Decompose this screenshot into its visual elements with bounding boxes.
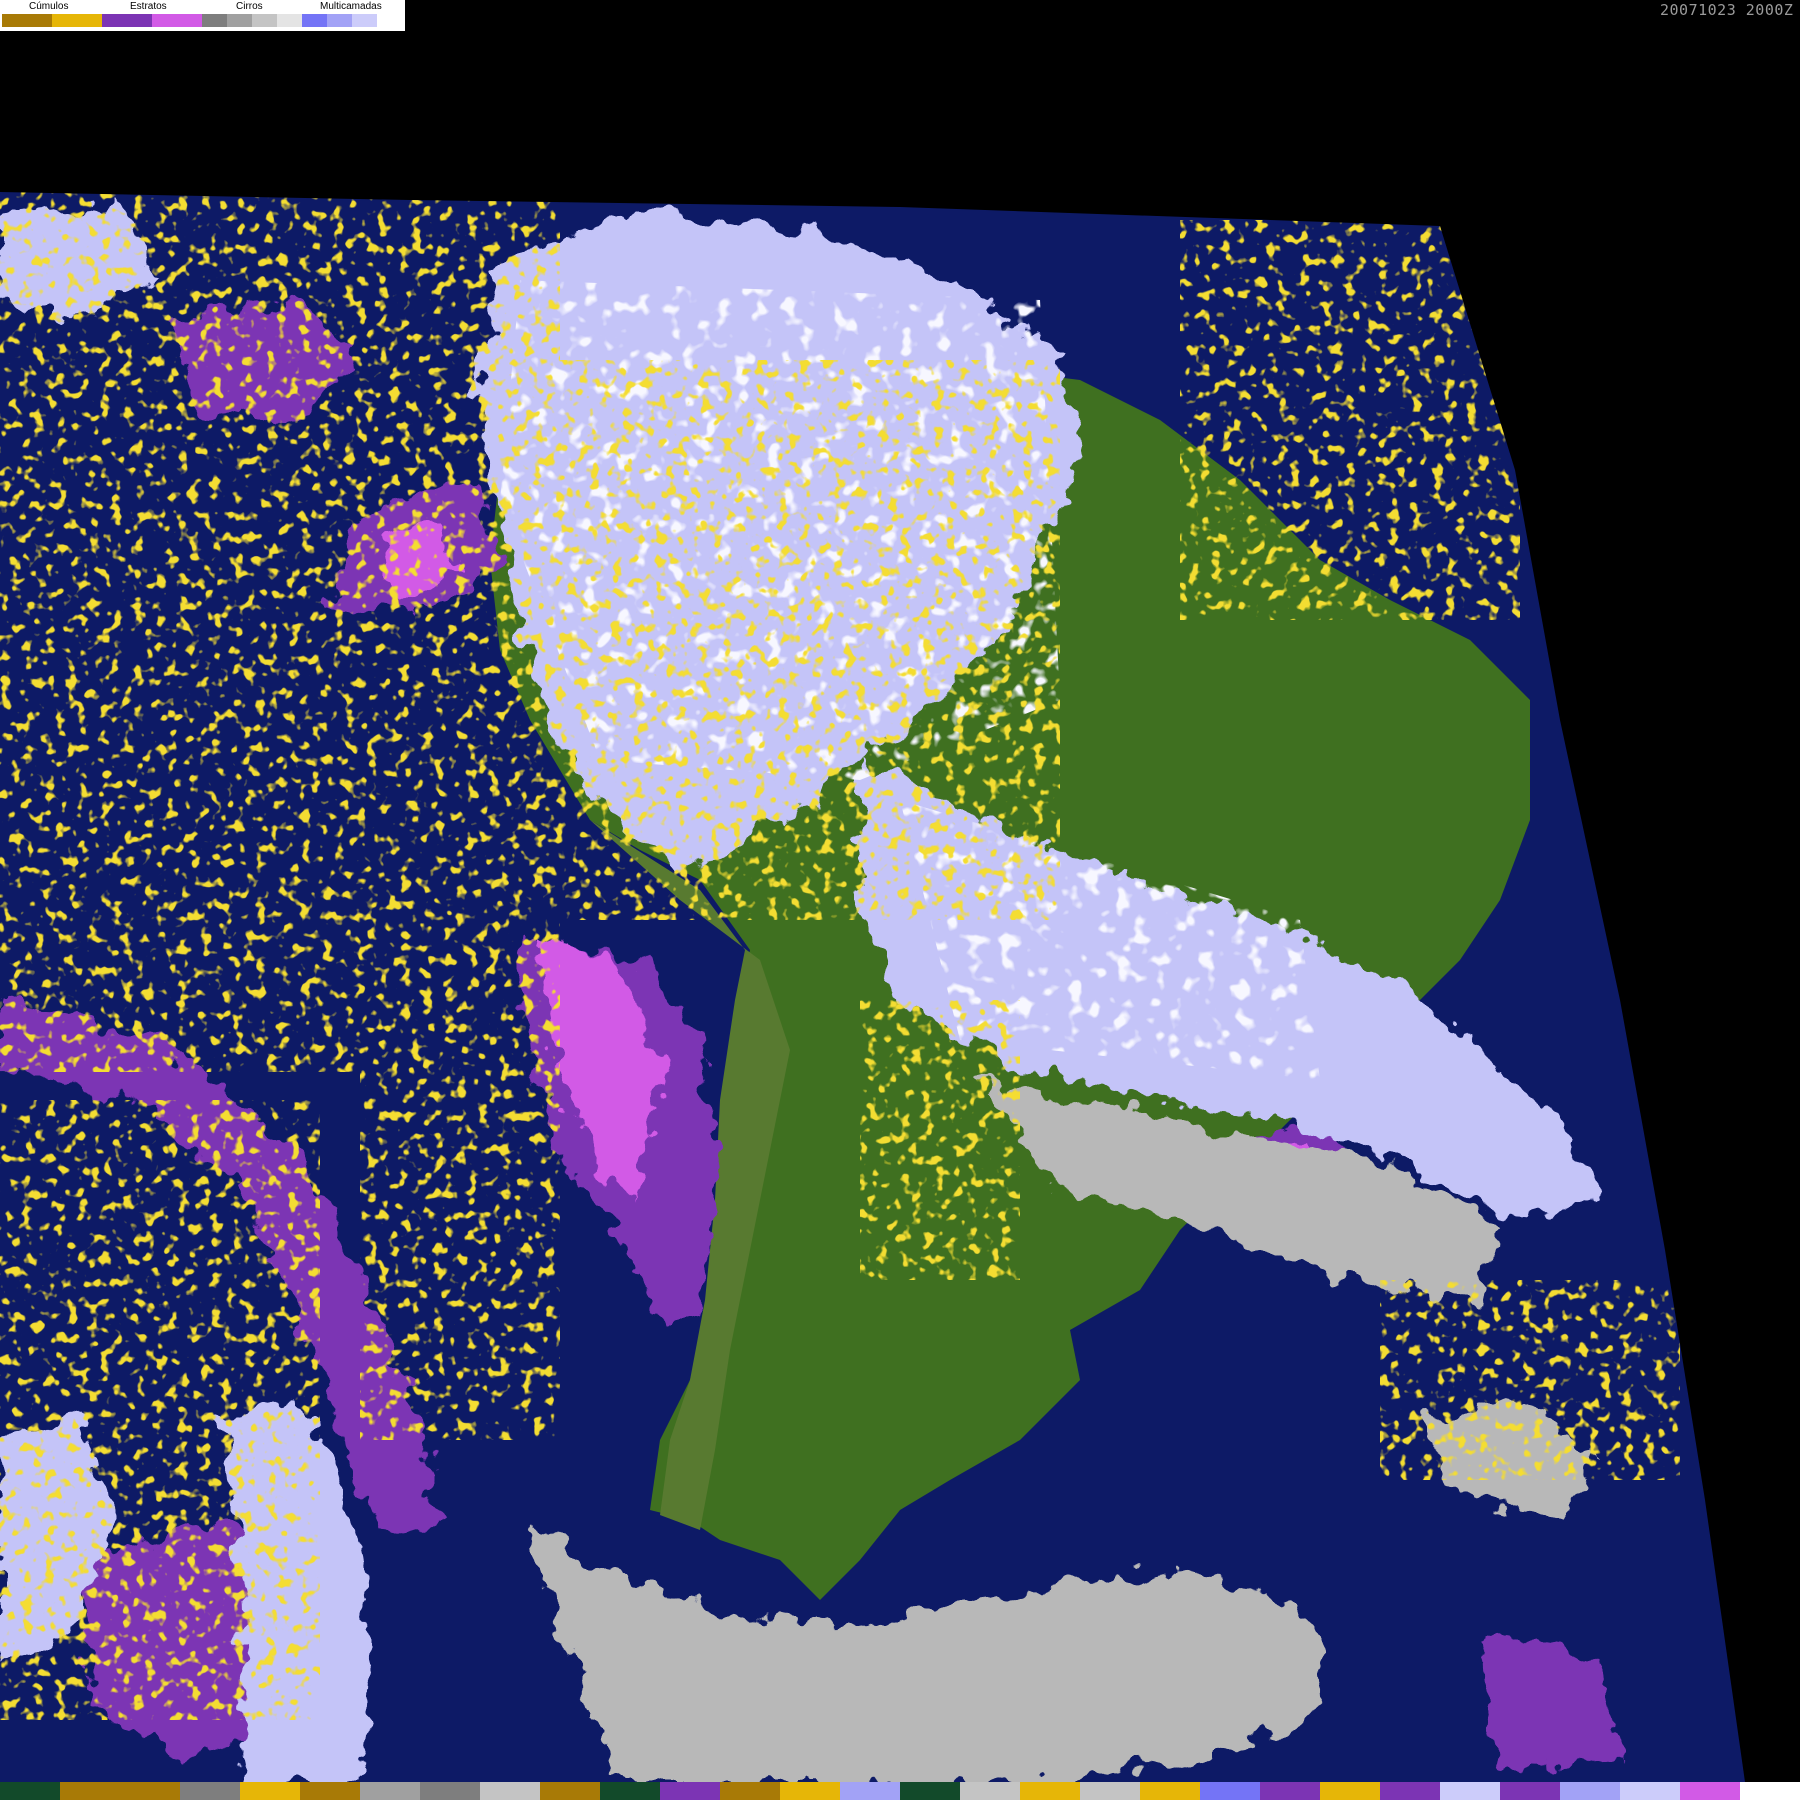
legend-swatch-cumulus-low [2,14,52,27]
bottom-strip-cell [120,1782,180,1800]
legend-swatch-stratus-light [152,14,202,27]
legend-swatches [2,14,377,27]
bottom-strip-cell [660,1782,720,1800]
bottom-strip-cell [1020,1782,1080,1800]
legend-swatch-multilayer-1 [302,14,327,27]
bottom-strip-cell [480,1782,540,1800]
legend-swatch-cumulus-high [52,14,102,27]
bottom-strip-cell [1680,1782,1740,1800]
bottom-strip-cell [300,1782,360,1800]
legend-swatch-cirrus-3 [252,14,277,27]
legend-label-multicamadas: Multicamadas [320,1,382,12]
legend-swatch-cirrus-2 [227,14,252,27]
bottom-strip-cell [900,1782,960,1800]
bottom-strip-cell [1260,1782,1320,1800]
bottom-strip-cell [540,1782,600,1800]
bottom-strip-cell [1440,1782,1500,1800]
legend-label-cirros: Cirros [236,1,263,12]
bottom-strip-cell [600,1782,660,1800]
legend-swatch-multilayer-3 [352,14,377,27]
bottom-strip-cell [1500,1782,1560,1800]
bottom-strip-cell [60,1782,120,1800]
bottom-strip-cell [360,1782,420,1800]
bottom-strip-cell [1380,1782,1440,1800]
bottom-strip-cell [1200,1782,1260,1800]
bottom-strip-cell [960,1782,1020,1800]
bottom-strip-cell [240,1782,300,1800]
bottom-strip-cell [1740,1782,1800,1800]
legend-swatch-stratus-dark [102,14,152,27]
legend-swatch-cirrus-4 [277,14,302,27]
image-timestamp: 20071023 2000Z [1660,2,1794,18]
bottom-strip-cell [720,1782,780,1800]
bottom-strip-cell [1620,1782,1680,1800]
legend-swatch-cirrus-1 [202,14,227,27]
bottom-strip-cell [420,1782,480,1800]
bottom-strip-cell [0,1782,60,1800]
bottom-strip-cell [1560,1782,1620,1800]
satellite-cloud-map [0,192,1745,1782]
legend-label-estratos: Estratos [130,1,167,12]
bottom-strip-cell [1320,1782,1380,1800]
bottom-strip-cell [780,1782,840,1800]
bottom-strip-cell [180,1782,240,1800]
legend-swatch-multilayer-2 [327,14,352,27]
cloud-type-legend: Cúmulos Estratos Cirros Multicamadas [0,0,405,31]
bottom-strip-cell [1080,1782,1140,1800]
bottom-color-strip [0,1782,1800,1800]
legend-label-cumulos: Cúmulos [29,1,69,12]
bottom-strip-cell [840,1782,900,1800]
bottom-strip-cell [1140,1782,1200,1800]
